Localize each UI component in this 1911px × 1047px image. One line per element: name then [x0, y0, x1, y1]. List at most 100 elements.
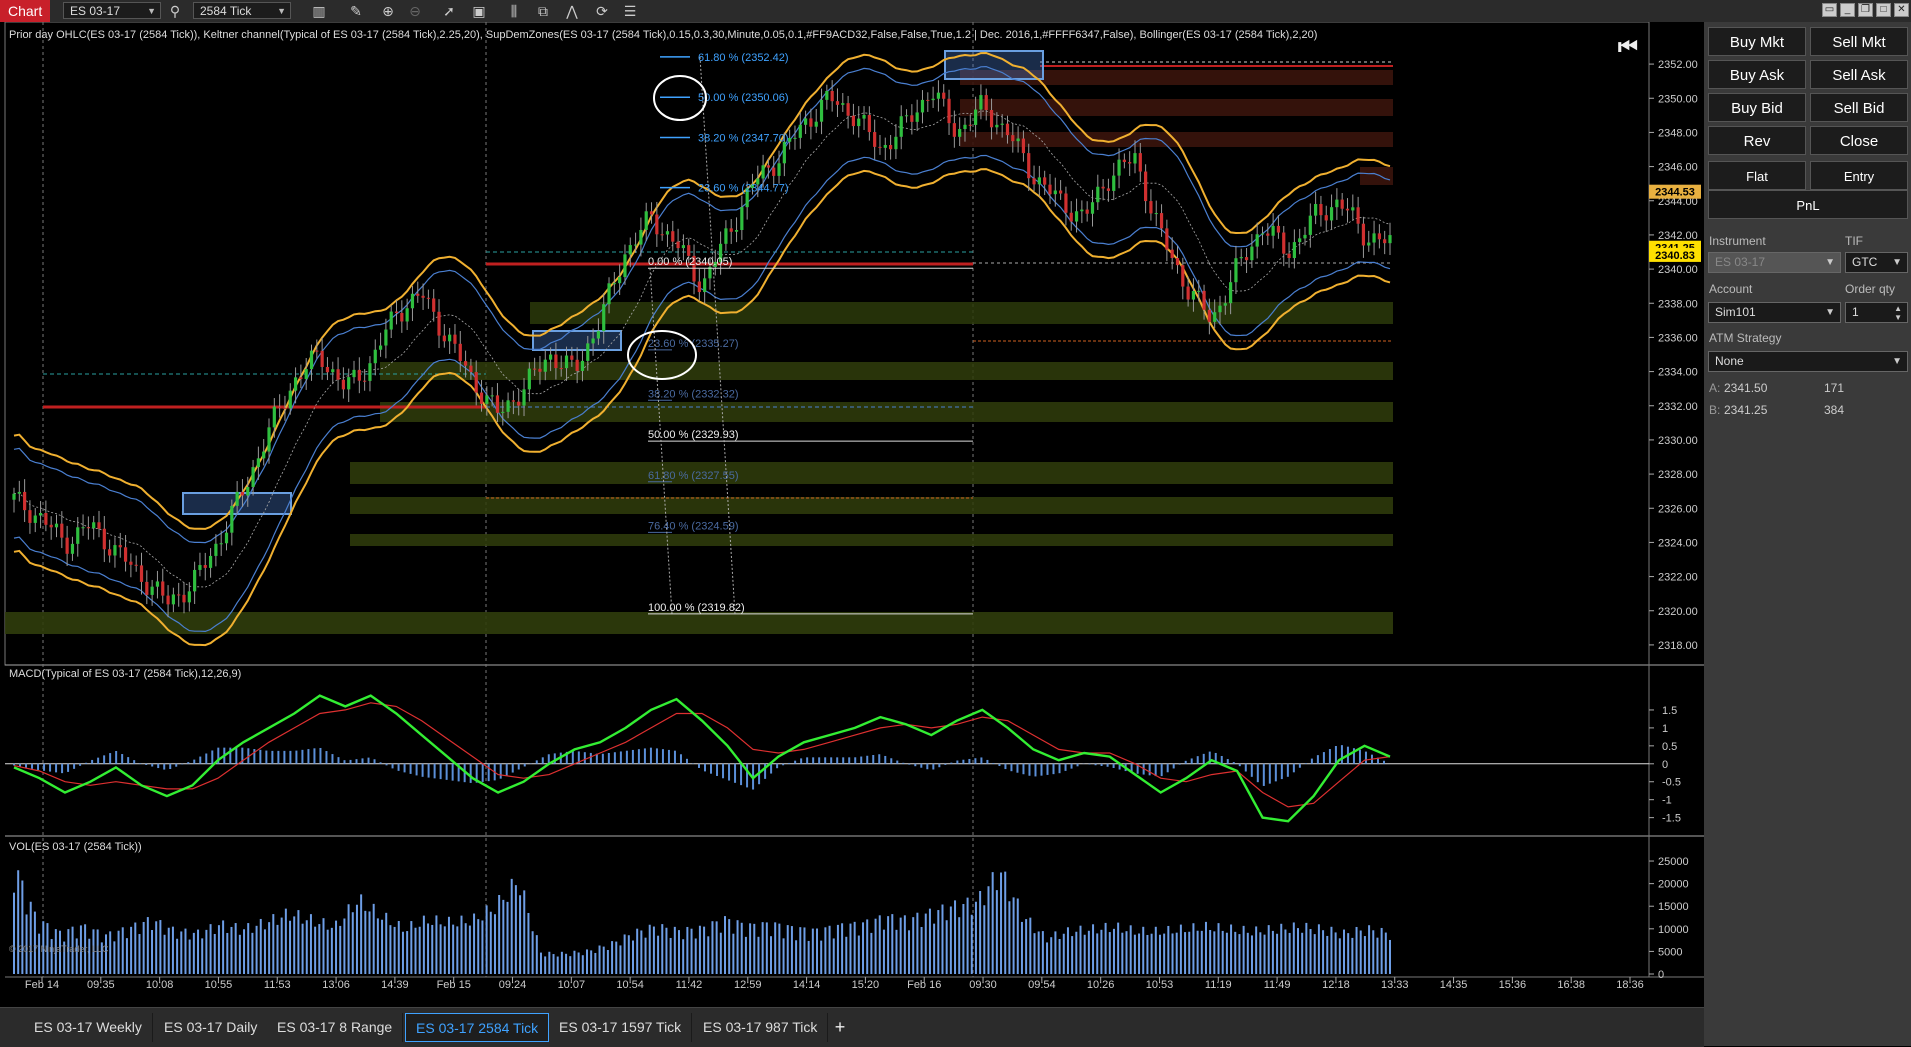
- buy-market-button[interactable]: Buy Mkt: [1708, 27, 1806, 56]
- instrument-select[interactable]: ES 03-17 ▼: [63, 2, 161, 19]
- candle-body: [798, 124, 802, 138]
- order-qty-value: 1: [1852, 305, 1859, 319]
- tab-8-range[interactable]: ES 03-17 8 Range: [267, 1013, 404, 1042]
- candle-body: [341, 379, 345, 390]
- candle-body: [97, 522, 101, 529]
- price-marker-label: 2344.53: [1655, 187, 1695, 199]
- minimize-window-icon[interactable]: _: [1840, 3, 1855, 17]
- candle-body: [1223, 303, 1227, 306]
- add-tab-plus-icon[interactable]: +: [826, 1013, 854, 1042]
- price-axis-label: 2334.00: [1658, 367, 1698, 379]
- price-panel-title: Prior day OHLC(ES 03-17 (2584 Tick)), Ke…: [9, 29, 1318, 41]
- time-axis-label: 16:38: [1557, 979, 1585, 991]
- time-axis-label: 10:08: [146, 979, 174, 991]
- tab-1597-tick[interactable]: ES 03-17 1597 Tick: [549, 1013, 693, 1042]
- sell-market-button[interactable]: Sell Mkt: [1810, 27, 1908, 56]
- candle-body: [602, 304, 606, 332]
- candle-body: [963, 124, 967, 130]
- candle-body: [1064, 193, 1068, 213]
- data-box-icon[interactable]: ▣: [470, 2, 488, 20]
- close-position-button[interactable]: Close: [1810, 126, 1908, 155]
- zoom-in-icon[interactable]: ⊕: [379, 2, 397, 20]
- price-axis-label: 2328.00: [1658, 469, 1698, 481]
- candle-body: [1367, 242, 1371, 246]
- chart-canvas[interactable]: 61.80 % (2352.42) 50.00 % (2350.06) 38.20 …: [0, 21, 1704, 1029]
- account-select-value: Sim101: [1715, 305, 1756, 319]
- bar-type-select[interactable]: 2584 Tick ▼: [193, 2, 291, 19]
- buy-bid-button[interactable]: Buy Bid: [1708, 93, 1806, 122]
- candle-body: [681, 245, 686, 249]
- zoom-out-icon[interactable]: ⊖: [406, 2, 424, 20]
- price-axis-label: 2342.00: [1658, 230, 1698, 242]
- stepper-arrows-icon[interactable]: ▲ ▼: [1894, 304, 1902, 322]
- time-axis-label: 15:20: [852, 979, 880, 991]
- tab-weekly[interactable]: ES 03-17 Weekly: [24, 1013, 153, 1042]
- pointer-icon[interactable]: ➚: [440, 2, 458, 20]
- restore-window-icon[interactable]: ❐: [1858, 3, 1873, 17]
- drawing-tools-icon[interactable]: ⋀: [563, 2, 581, 20]
- candle-body: [724, 228, 728, 244]
- maximize-window-icon[interactable]: □: [1876, 3, 1891, 17]
- entry-button[interactable]: Entry: [1810, 161, 1908, 190]
- candle-body: [533, 368, 537, 370]
- indicators-icon[interactable]: ⫼: [505, 2, 523, 20]
- candle-body: [851, 115, 856, 127]
- price-axis-label: 2318.00: [1658, 640, 1698, 652]
- tab-2584-tick[interactable]: ES 03-17 2584 Tick: [405, 1013, 550, 1042]
- candle-body: [623, 254, 627, 278]
- tab-987-tick[interactable]: ES 03-17 987 Tick: [693, 1013, 829, 1042]
- atm-strategy-select[interactable]: None ▼: [1708, 351, 1908, 372]
- candle-body: [198, 565, 202, 570]
- candle-body: [947, 98, 951, 124]
- candle-body: [660, 234, 664, 236]
- draw-pencil-icon[interactable]: ✎: [347, 2, 365, 20]
- candle-body: [1181, 265, 1185, 287]
- candle-body: [352, 369, 356, 378]
- candle-body: [320, 350, 324, 367]
- fib-level-label: 76.40 % (2324.59): [648, 520, 739, 532]
- candle-body: [1016, 138, 1020, 142]
- sell-ask-button[interactable]: Sell Ask: [1810, 60, 1908, 89]
- candle-body: [1154, 213, 1158, 215]
- buy-ask-button[interactable]: Buy Ask: [1708, 60, 1806, 89]
- candle-body: [208, 555, 213, 568]
- candle-body: [458, 343, 462, 362]
- search-icon[interactable]: ⚲: [166, 2, 184, 20]
- candle-body: [1377, 233, 1381, 240]
- tif-select[interactable]: GTC ▼: [1845, 252, 1908, 273]
- candle-body: [1096, 186, 1100, 203]
- pnl-button[interactable]: PnL: [1708, 190, 1908, 219]
- account-select[interactable]: Sim101 ▼: [1708, 302, 1841, 323]
- candle-body: [671, 231, 675, 242]
- tile-window-icon[interactable]: ▭: [1822, 3, 1837, 17]
- flat-button[interactable]: Flat: [1708, 161, 1806, 190]
- chevron-down-icon: ▼: [1892, 356, 1902, 367]
- refresh-icon[interactable]: ⟳: [593, 2, 611, 20]
- fib-level-label: 100.00 % (2319.82): [648, 602, 745, 614]
- fib-level-label: 50.00 % (2350.06): [698, 92, 789, 104]
- chart-svg[interactable]: 61.80 % (2352.42) 50.00 % (2350.06) 38.20 …: [0, 21, 1704, 1007]
- candle-body: [28, 510, 32, 523]
- atm-strategy-value: None: [1715, 354, 1744, 368]
- candle-body: [633, 244, 638, 246]
- collapse-panel-icon[interactable]: ⏮: [1618, 34, 1638, 59]
- candle-body: [899, 116, 903, 137]
- price-axis-label: 2338.00: [1658, 298, 1698, 310]
- order-qty-stepper[interactable]: 1 ▲ ▼: [1845, 302, 1908, 323]
- strategies-icon[interactable]: ⧉: [534, 2, 552, 20]
- candle-body: [687, 245, 691, 256]
- sell-bid-button[interactable]: Sell Bid: [1810, 93, 1908, 122]
- candle-body: [788, 138, 792, 142]
- candle-body: [734, 230, 739, 232]
- candle-body: [81, 527, 85, 529]
- reverse-button[interactable]: Rev: [1708, 126, 1806, 155]
- bar-style-icon[interactable]: ▥: [310, 2, 328, 20]
- close-window-icon[interactable]: ✕: [1894, 3, 1909, 17]
- chevron-down-icon: ▼: [1825, 257, 1835, 268]
- tab-daily[interactable]: ES 03-17 Daily: [154, 1013, 269, 1042]
- candle-body: [187, 591, 191, 603]
- candle-body: [267, 427, 271, 452]
- candle-body: [1059, 190, 1063, 194]
- candle-body: [357, 369, 361, 381]
- properties-list-icon[interactable]: ☰: [621, 2, 639, 20]
